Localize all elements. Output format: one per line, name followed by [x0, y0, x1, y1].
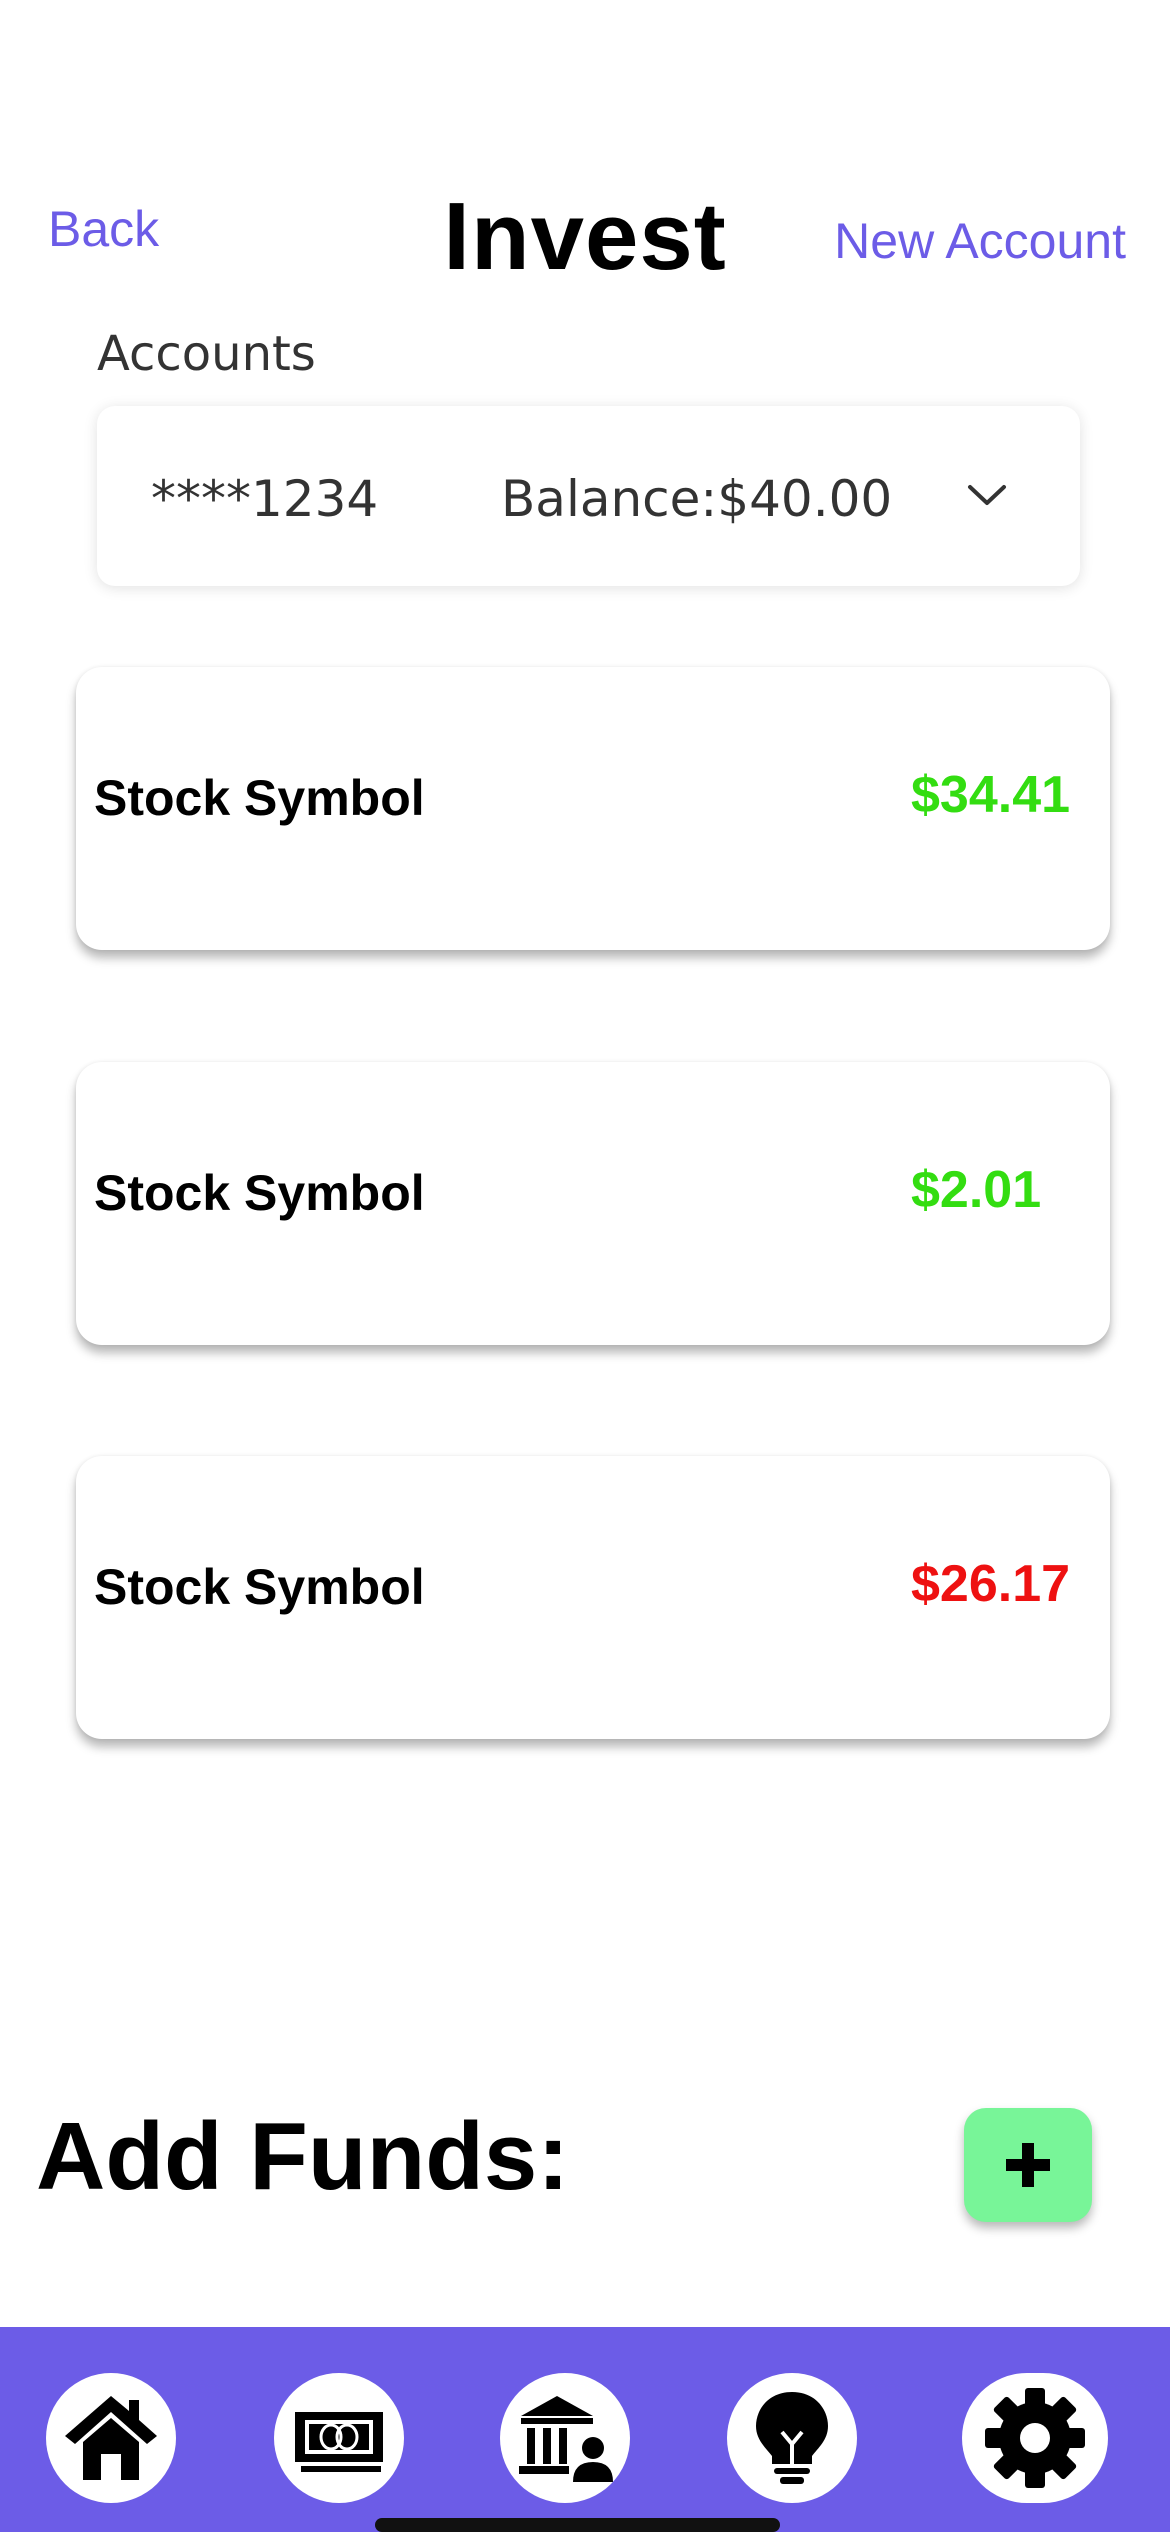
stock-price: $2.01 — [911, 1161, 1042, 1219]
chevron-down-icon — [968, 485, 1006, 505]
stock-symbol: Stock Symbol — [94, 1165, 425, 1221]
stock-price: $34.41 — [911, 766, 1071, 824]
tab-bank[interactable] — [500, 2373, 630, 2503]
home-indicator — [375, 2518, 780, 2532]
stock-card[interactable]: Stock Symbol $2.01 — [76, 1062, 1110, 1345]
tab-home[interactable] — [46, 2373, 176, 2503]
bank-icon — [519, 2396, 613, 2482]
stock-card[interactable]: Stock Symbol $26.17 — [76, 1456, 1110, 1739]
stock-price: $26.17 — [911, 1555, 1071, 1613]
cash-icon — [295, 2412, 383, 2472]
account-dropdown[interactable]: ****1234 Balance:$40.00 — [97, 406, 1080, 586]
plus-icon — [1006, 2143, 1050, 2187]
tab-settings[interactable] — [962, 2373, 1108, 2503]
accounts-label: Accounts — [97, 326, 316, 382]
add-funds-label: Add Funds: — [36, 2103, 570, 2210]
new-account-button[interactable]: New Account — [834, 212, 1126, 270]
gear-icon — [985, 2388, 1085, 2488]
stock-symbol: Stock Symbol — [94, 1559, 425, 1615]
account-balance: Balance:$40.00 — [501, 470, 893, 528]
add-funds-button[interactable] — [964, 2108, 1092, 2222]
lightbulb-icon — [756, 2392, 828, 2484]
stock-symbol: Stock Symbol — [94, 770, 425, 826]
account-number: ****1234 — [151, 470, 379, 528]
tab-cash[interactable] — [274, 2373, 404, 2503]
tab-tips[interactable] — [727, 2373, 857, 2503]
home-icon — [65, 2396, 157, 2480]
stock-card[interactable]: Stock Symbol $34.41 — [76, 667, 1110, 950]
